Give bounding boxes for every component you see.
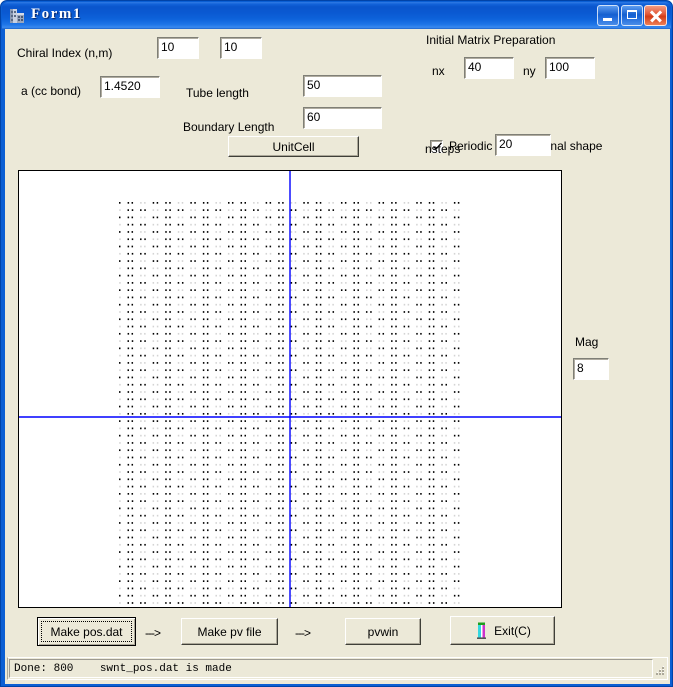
lattice-plot-canvas[interactable]: [18, 170, 562, 608]
arrow-separator-2: --->: [295, 626, 311, 640]
lattice-plot-svg: [19, 171, 561, 607]
nx-input[interactable]: 40: [464, 57, 514, 79]
close-button[interactable]: [644, 5, 667, 26]
nsteps-input[interactable]: 20: [495, 134, 551, 156]
chiral-n-input[interactable]: 10: [157, 37, 199, 59]
cc-bond-input[interactable]: 1.4520: [100, 76, 160, 98]
minimize-button[interactable]: [597, 5, 619, 26]
exit-button[interactable]: Exit(C): [450, 616, 555, 645]
maximize-button[interactable]: [621, 5, 643, 26]
chiral-m-input[interactable]: 10: [220, 37, 262, 59]
make-pv-button[interactable]: Make pv file: [181, 618, 278, 645]
ny-input[interactable]: 100: [545, 57, 595, 79]
make-pos-button-label: Make pos.dat: [50, 624, 123, 639]
status-bar-panel: Done: 800 swnt_pos.dat is made: [9, 659, 653, 678]
mag-input[interactable]: 8: [573, 358, 609, 380]
cc-bond-label: a (cc bond): [21, 84, 82, 98]
make-pv-button-label: Make pv file: [197, 624, 262, 639]
minimize-icon: [603, 18, 612, 21]
boundary-length-input[interactable]: 60: [303, 107, 382, 129]
tube-length-input[interactable]: 50: [303, 75, 382, 97]
tube-length-label: Tube length: [186, 86, 249, 100]
maximize-icon: [627, 10, 637, 19]
pvwin-button-label: pvwin: [367, 624, 399, 639]
matrix-section-title: Initial Matrix Preparation: [426, 33, 556, 47]
nsteps-label: nsteps: [425, 142, 461, 156]
make-pos-button[interactable]: Make pos.dat: [37, 617, 136, 646]
pvwin-button[interactable]: pvwin: [345, 618, 421, 645]
status-bar: Done: 800 swnt_pos.dat is made: [7, 657, 668, 680]
arrow-separator-1: --->: [145, 626, 161, 640]
unitcell-button[interactable]: UnitCell: [228, 136, 359, 157]
nx-label: nx: [432, 64, 445, 78]
vb-form-icon: [10, 9, 24, 23]
chiral-index-label: Chiral Index (n,m): [17, 46, 113, 60]
boundary-length-label: Boundary Length: [183, 120, 275, 134]
application-window: Form1 Chiral Index (n,m) 10 10 a (cc bon…: [0, 0, 673, 687]
exit-door-icon: [477, 622, 487, 639]
window-title: Form1: [31, 6, 82, 22]
exit-button-label: Exit(C): [494, 623, 531, 638]
title-bar: Form1: [2, 2, 671, 29]
ny-label: ny: [523, 64, 536, 78]
form-client-area: Chiral Index (n,m) 10 10 a (cc bond) 1.4…: [5, 29, 670, 684]
resize-grip-icon[interactable]: [653, 665, 665, 677]
mag-label: Mag: [575, 335, 599, 349]
status-text: Done: 800 swnt_pos.dat is made: [14, 662, 232, 675]
unitcell-button-label: UnitCell: [272, 139, 315, 154]
